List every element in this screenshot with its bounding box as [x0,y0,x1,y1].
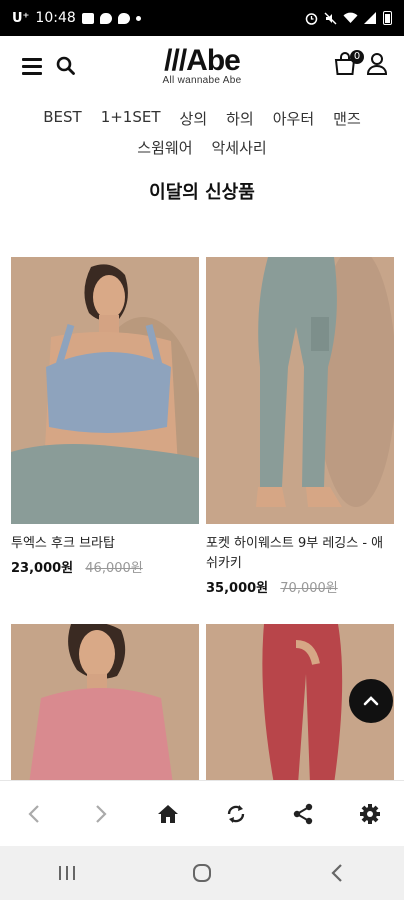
category-accessories[interactable]: 악세사리 [212,137,267,158]
status-bar: U⁺ 10:48 [0,0,404,36]
share-button[interactable] [283,794,323,834]
search-icon[interactable] [54,54,78,78]
product-card[interactable]: 포켓 하이웨스트 9부 레깅스 - 애쉬카키 35,000원 70,000원 [206,257,394,596]
mute-icon [324,12,337,24]
section-title: 이달의 신상품 [149,182,255,203]
menu-icon[interactable] [22,58,42,76]
site-header: ///Abe All wannabe Abe 0 [0,36,404,100]
logo[interactable]: ///Abe All wannabe Abe [140,44,264,87]
back-button[interactable] [14,794,54,834]
cart-count-badge: 0 [350,50,364,64]
scroll-to-top-button[interactable] [349,679,393,723]
battery-icon [383,11,392,25]
signal-icon [364,12,376,24]
category-row-1: BEST 1+1SET 상의 하의 아우터 맨즈 [0,108,404,129]
product-original-price: 46,000원 [85,561,143,576]
wifi-icon [343,12,358,23]
product-card[interactable] [11,624,199,784]
product-original-price: 70,000원 [280,581,338,596]
system-nav-bar [0,846,404,900]
refresh-icon [227,804,244,823]
alarm-icon [305,12,318,25]
category-outer[interactable]: 아우터 [273,108,314,129]
product-price: 23,000원 [11,561,74,576]
category-best[interactable]: BEST [43,108,81,129]
forward-button[interactable] [81,794,121,834]
chat-notification-icon [117,12,130,24]
logo-tagline: All wannabe Abe [162,75,242,86]
category-tops[interactable]: 상의 [180,108,208,129]
chevron-up-icon [363,696,379,706]
category-nav: BEST 1+1SET 상의 하의 아우터 맨즈 스윔웨어 악세사리 [0,108,404,166]
back-arrow-icon [28,804,39,823]
more-notifications-icon [135,15,141,21]
settings-button[interactable] [350,794,390,834]
message-notification-icon [99,12,112,24]
gallery-notification-icon [81,12,94,24]
recents-icon [59,866,76,880]
category-bottoms[interactable]: 하의 [226,108,254,129]
category-1plus1set[interactable]: 1+1SET [101,108,161,129]
user-icon[interactable] [366,52,388,76]
product-card[interactable]: 투엑스 후크 브라탑 23,000원 46,000원 [11,257,199,576]
product-image[interactable] [11,624,199,784]
forward-arrow-icon [96,804,107,823]
category-swimwear[interactable]: 스윔웨어 [137,137,192,158]
carrier-label: U⁺ [12,10,30,26]
home-icon [158,804,179,823]
system-back-button[interactable] [312,853,362,893]
share-icon [293,803,313,824]
product-name[interactable]: 투엑스 후크 브라탑 [11,534,199,554]
clock: 10:48 [35,10,76,26]
home-circle-icon [192,864,211,882]
product-name[interactable]: 포켓 하이웨스트 9부 레깅스 - 애쉬카키 [206,534,394,574]
back-icon [331,864,342,882]
settings-icon [360,803,381,824]
product-image[interactable] [11,257,199,524]
home-button[interactable] [148,794,188,834]
recents-button[interactable] [42,853,92,893]
system-home-button[interactable] [177,853,227,893]
product-image[interactable] [206,257,394,524]
refresh-button[interactable] [216,794,256,834]
category-row-2: 스윔웨어 악세사리 [0,137,404,158]
logo-mark: ///Abe [164,44,241,77]
category-mens[interactable]: 맨즈 [333,108,361,129]
browser-toolbar [0,780,404,846]
product-price: 35,000원 [206,581,269,596]
